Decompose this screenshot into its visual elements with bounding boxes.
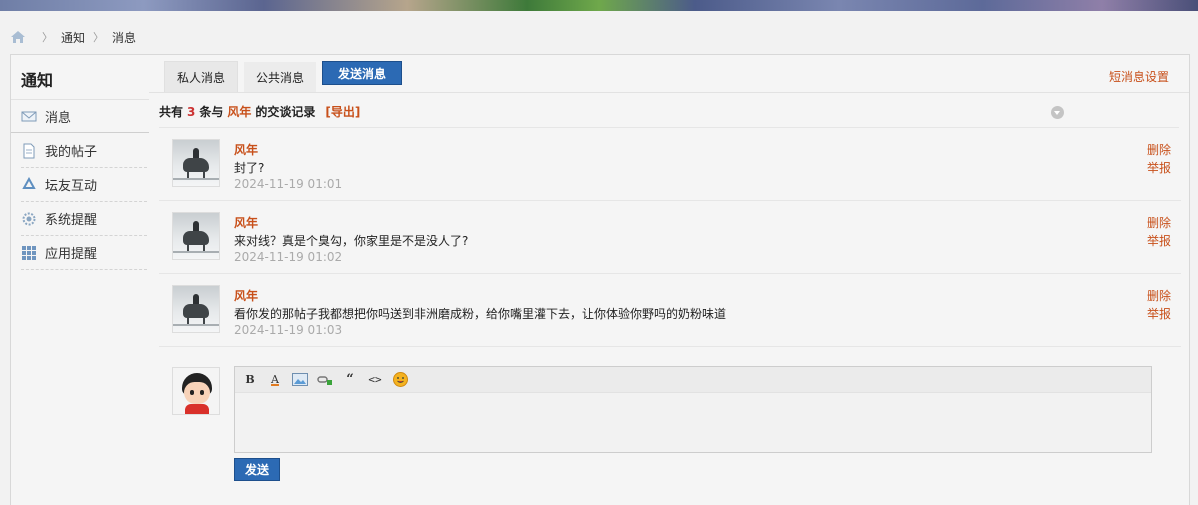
link-icon[interactable] xyxy=(316,372,334,388)
send-message-button[interactable]: 发送消息 xyxy=(322,61,403,85)
send-button[interactable]: 发送 xyxy=(234,458,280,481)
editor-toolbar: B A “ <> xyxy=(235,367,1151,393)
message-textarea[interactable] xyxy=(235,393,1151,452)
tab-private-message[interactable]: 私人消息 xyxy=(164,61,239,92)
notice-panel: 通知 消息 我的帖子 坛友互动 系统提醒 应用提醒 私人消息 公共消息 发送消息… xyxy=(10,54,1190,505)
sidebar-item-label: 系统提醒 xyxy=(45,213,98,228)
message-item: 风年 封了? 2024-11-19 01:01 删除 举报 xyxy=(159,128,1181,201)
sidebar-item-my-posts[interactable]: 我的帖子 xyxy=(21,134,147,168)
grid-icon xyxy=(21,245,37,261)
report-link[interactable]: 举报 xyxy=(1147,305,1171,322)
summary-prefix: 共有 xyxy=(159,105,184,119)
message-text: 封了? xyxy=(234,161,265,175)
message-author[interactable]: 风年 xyxy=(234,287,258,304)
recycle-icon xyxy=(21,176,37,193)
reply-editor: B A “ <> xyxy=(234,366,1152,453)
avatar[interactable] xyxy=(172,285,220,333)
message-time: 2024-11-19 01:02 xyxy=(234,250,343,264)
message-text: 来对线？真是个臭勾，你家里是不是没人了? xyxy=(234,234,469,248)
sidebar-item-label: 应用提醒 xyxy=(45,247,98,262)
avatar[interactable] xyxy=(172,139,220,187)
envelope-icon xyxy=(21,108,37,124)
home-icon[interactable] xyxy=(10,30,26,44)
summary-count: 3 xyxy=(187,104,196,119)
sms-settings-link[interactable]: 短消息设置 xyxy=(1109,68,1169,85)
avatar[interactable] xyxy=(172,212,220,260)
quote-icon[interactable]: “ xyxy=(341,372,359,388)
sidebar-item-app-reminder[interactable]: 应用提醒 xyxy=(21,236,147,270)
header-banner xyxy=(0,0,1198,11)
chevron-right-icon: 〉 xyxy=(93,31,105,44)
bold-icon[interactable]: B xyxy=(241,372,259,388)
message-item: 风年 看你发的那帖子我都想把你吗送到非洲磨成粉，给你嘴里灌下去，让你体验你野吗的… xyxy=(159,274,1181,347)
collapse-toggle-icon[interactable] xyxy=(1051,106,1064,119)
sidebar-item-system-reminder[interactable]: 系统提醒 xyxy=(21,202,147,236)
sidebar-item-label: 消息 xyxy=(45,110,72,126)
sidebar-item-interaction[interactable]: 坛友互动 xyxy=(21,168,147,202)
tab-public-message[interactable]: 公共消息 xyxy=(244,62,317,92)
message-time: 2024-11-19 01:01 xyxy=(234,177,343,191)
breadcrumb-item-notice[interactable]: 通知 xyxy=(61,29,85,46)
delete-link[interactable]: 删除 xyxy=(1147,287,1171,304)
my-avatar xyxy=(172,367,220,415)
emoji-icon[interactable] xyxy=(391,372,409,388)
export-link[interactable]: [导出] xyxy=(325,103,360,120)
delete-link[interactable]: 删除 xyxy=(1147,141,1171,158)
message-author[interactable]: 风年 xyxy=(234,214,258,231)
delete-link[interactable]: 删除 xyxy=(1147,214,1171,231)
document-icon xyxy=(21,143,37,159)
report-link[interactable]: 举报 xyxy=(1147,159,1171,176)
sidebar-item-label: 我的帖子 xyxy=(45,145,98,160)
gear-icon xyxy=(21,211,37,227)
breadcrumb: 〉 通知 〉 消息 xyxy=(10,29,136,45)
image-icon[interactable] xyxy=(291,372,309,388)
message-author[interactable]: 风年 xyxy=(234,141,258,158)
report-link[interactable]: 举报 xyxy=(1147,232,1171,249)
chevron-right-icon: 〉 xyxy=(42,31,53,44)
message-tabs: 私人消息 公共消息 发送消息 xyxy=(164,61,403,92)
sidebar-title: 通知 xyxy=(21,71,54,90)
tab-divider xyxy=(149,92,1189,93)
message-text: 看你发的那帖子我都想把你吗送到非洲磨成粉，给你嘴里灌下去，让你体验你野吗的奶粉味… xyxy=(234,307,727,321)
summary-mid: 条与 xyxy=(199,105,224,119)
sidebar-item-message[interactable]: 消息 xyxy=(11,99,149,133)
sidebar-item-label: 坛友互动 xyxy=(45,179,98,194)
font-color-icon[interactable]: A xyxy=(266,372,284,388)
summary-suffix: 的交谈记录 xyxy=(255,105,316,119)
message-item: 风年 来对线？真是个臭勾，你家里是不是没人了? 2024-11-19 01:02… xyxy=(159,201,1181,274)
message-time: 2024-11-19 01:03 xyxy=(234,323,343,337)
conversation-summary: 共有 3 条与 风年 的交谈记录 [导出] xyxy=(159,103,360,120)
code-icon[interactable]: <> xyxy=(366,372,384,388)
summary-user[interactable]: 风年 xyxy=(227,103,251,120)
breadcrumb-item-message[interactable]: 消息 xyxy=(112,29,136,46)
